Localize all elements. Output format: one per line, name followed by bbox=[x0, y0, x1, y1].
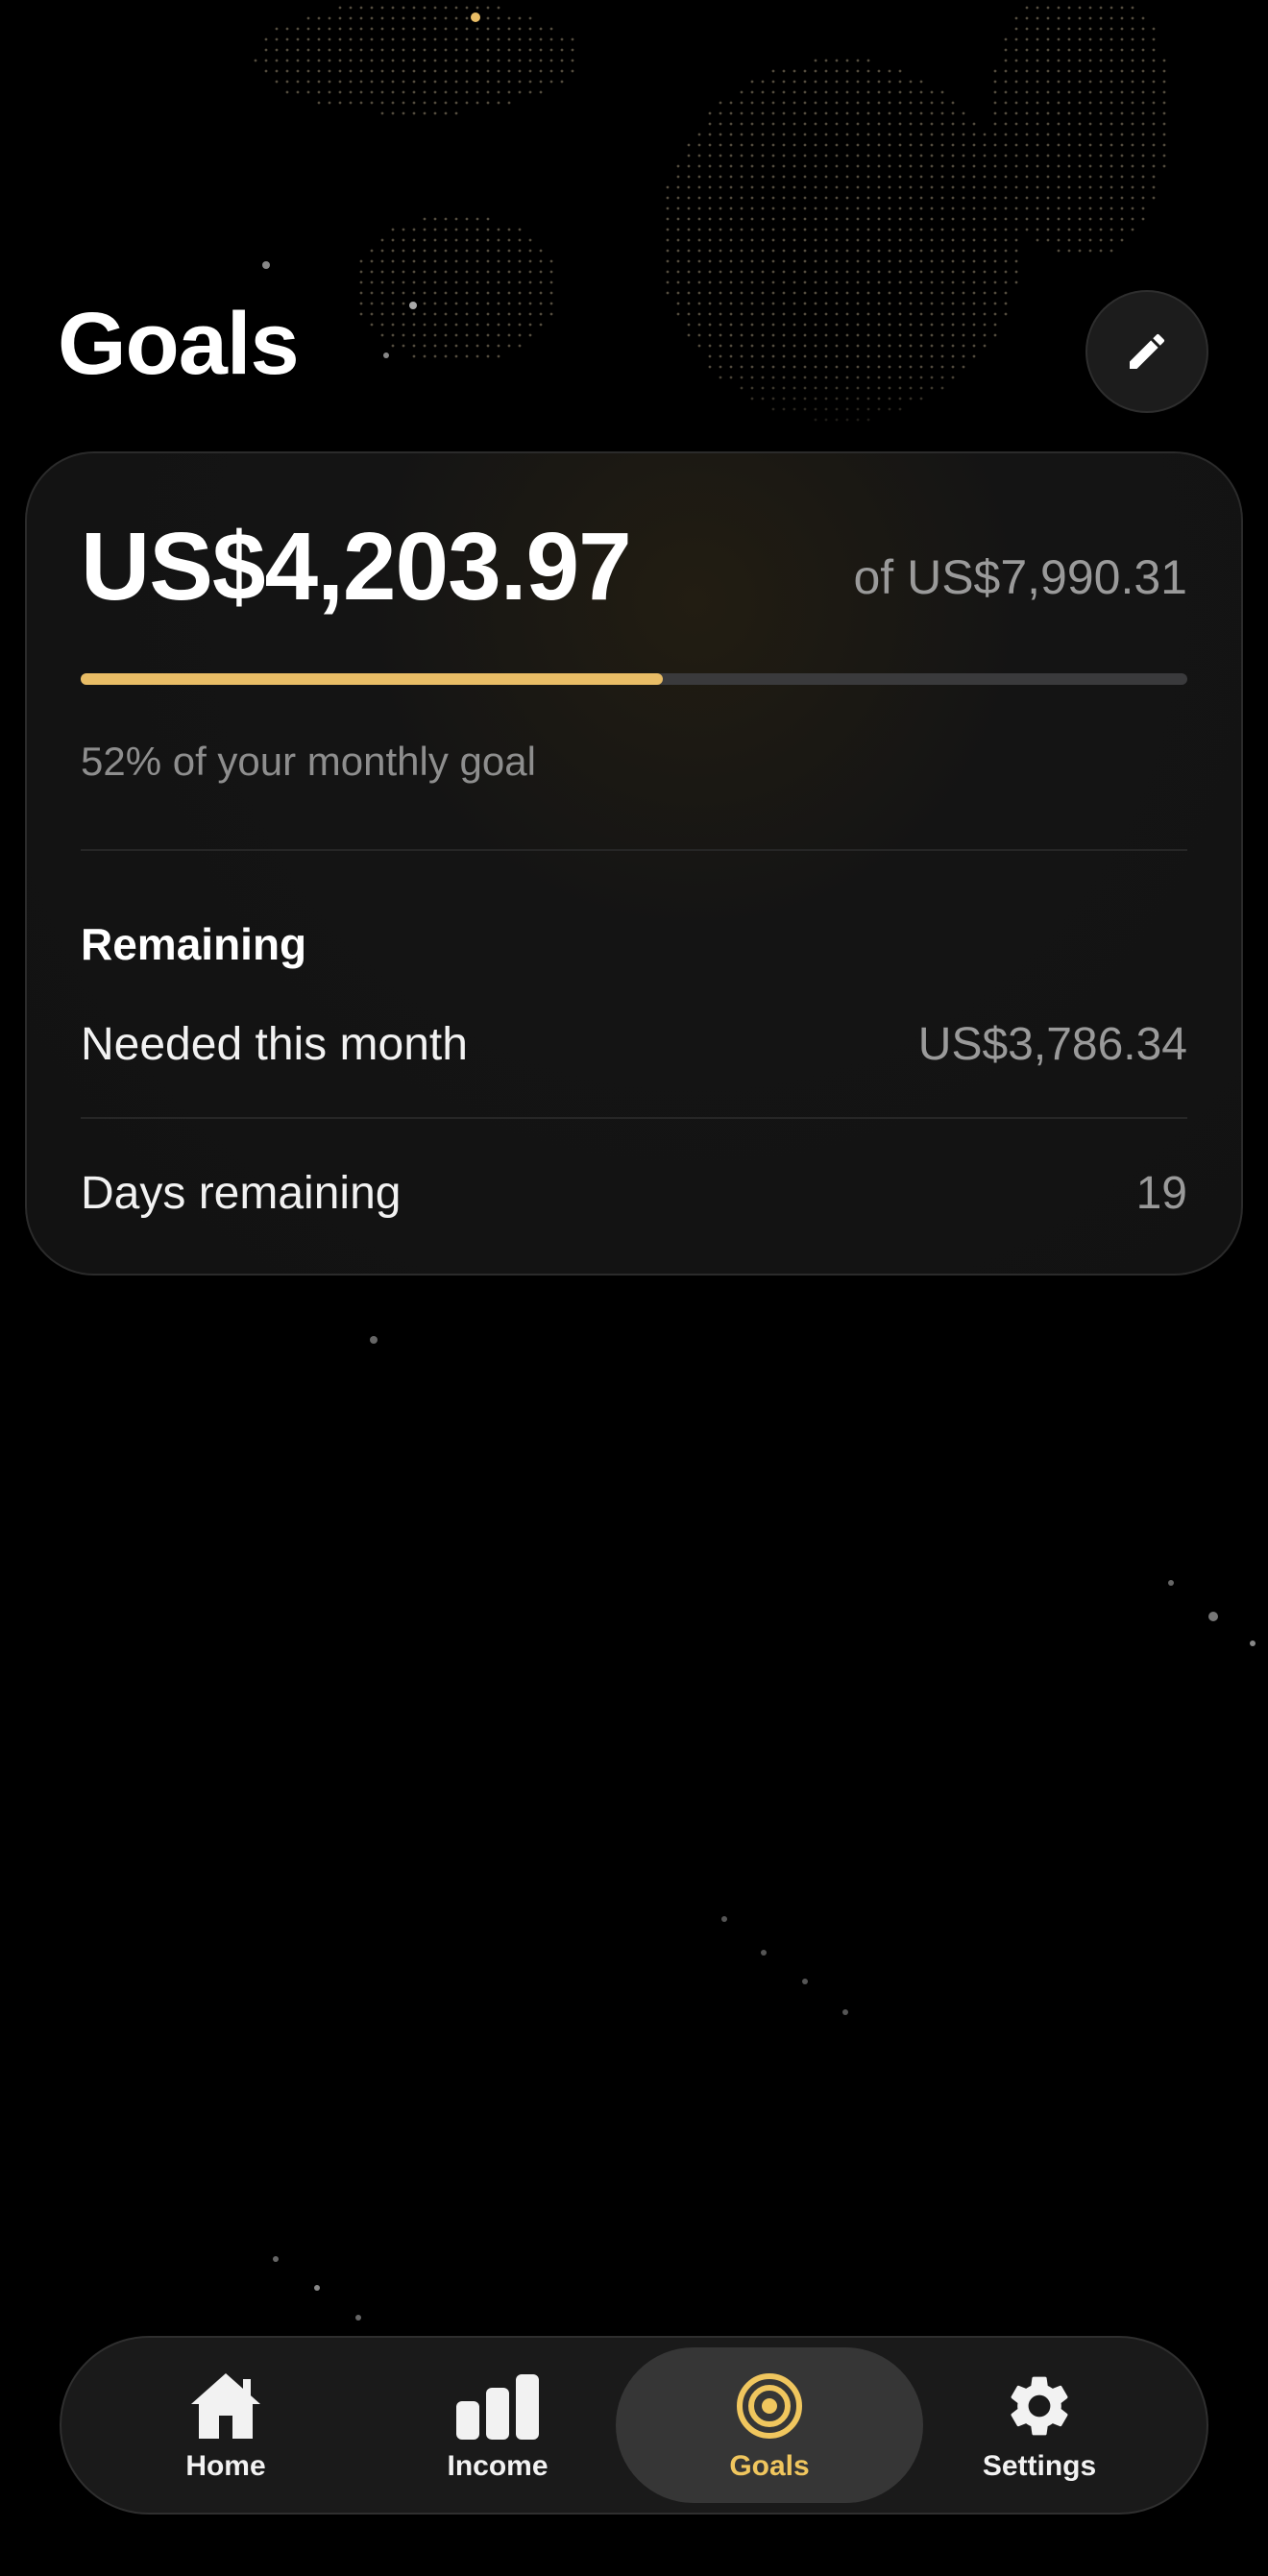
progress-bar bbox=[81, 673, 1187, 685]
needed-this-month-value: US$3,786.34 bbox=[917, 1019, 1187, 1070]
days-remaining-value: 19 bbox=[1135, 1168, 1187, 1219]
days-remaining-label: Days remaining bbox=[81, 1168, 402, 1219]
current-amount: US$4,203.97 bbox=[81, 513, 632, 620]
tab-home[interactable]: Home bbox=[72, 2347, 379, 2503]
goal-target-amount: of US$7,990.31 bbox=[853, 550, 1188, 604]
tab-goals[interactable]: Goals bbox=[616, 2347, 923, 2503]
page-title: Goals bbox=[58, 295, 300, 393]
progress-caption: 52% of your monthly goal bbox=[81, 739, 536, 784]
tab-label-income: Income bbox=[447, 2450, 549, 2482]
bar-chart-icon bbox=[456, 2374, 539, 2440]
remaining-heading: Remaining bbox=[81, 919, 307, 969]
section-divider bbox=[81, 849, 1187, 851]
progress-bar-fill bbox=[81, 673, 663, 685]
tab-label-home: Home bbox=[185, 2450, 266, 2482]
tab-label-settings: Settings bbox=[982, 2450, 1097, 2482]
needed-this-month-label: Needed this month bbox=[81, 1019, 468, 1070]
pencil-icon bbox=[1130, 333, 1165, 369]
tab-label-goals: Goals bbox=[729, 2450, 810, 2482]
gear-icon bbox=[1011, 2376, 1068, 2436]
edit-goal-button[interactable] bbox=[1085, 290, 1208, 413]
target-icon bbox=[737, 2373, 802, 2439]
tab-income[interactable]: Income bbox=[344, 2347, 651, 2503]
house-icon bbox=[191, 2373, 260, 2439]
row-divider bbox=[81, 1117, 1187, 1119]
tab-settings[interactable]: Settings bbox=[886, 2347, 1193, 2503]
